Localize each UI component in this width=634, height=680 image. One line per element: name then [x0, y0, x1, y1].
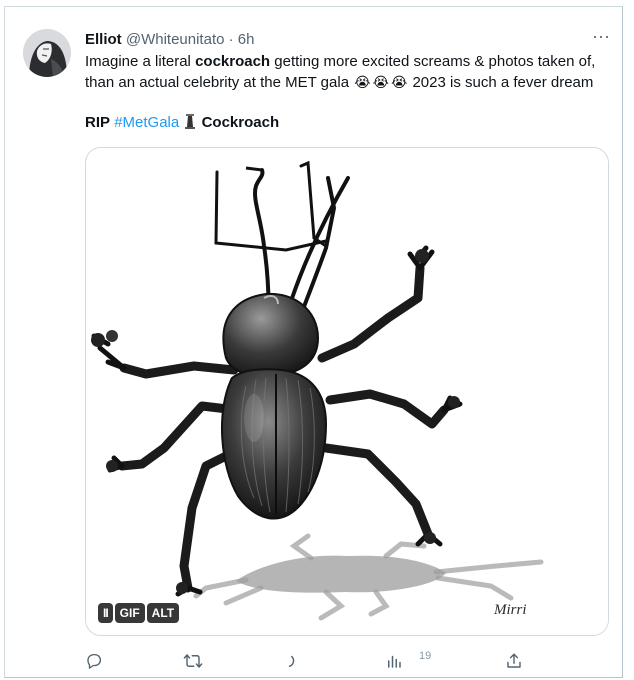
retweet-button[interactable] [183, 649, 203, 673]
views-button[interactable]: 19 [385, 649, 431, 673]
artist-signature: Mirri [493, 602, 527, 618]
more-icon: ··· [592, 26, 610, 46]
avatar[interactable] [23, 29, 71, 77]
like-button[interactable] [285, 649, 303, 673]
reply-button[interactable] [85, 649, 103, 673]
like-icon [288, 655, 295, 667]
crying-emoji-icon: 😭 [390, 74, 408, 90]
tweet-media[interactable]: Mirri II GIF ALT [85, 147, 609, 636]
met-gala-emoji-icon [185, 114, 196, 129]
tweet-text-pre: Imagine a literal [85, 53, 196, 70]
views-icon [388, 655, 401, 668]
cockroach-image: Mirri [86, 148, 608, 635]
gif-badge: GIF [114, 603, 145, 623]
author-name[interactable]: Elliot [85, 31, 122, 48]
tweet-card[interactable]: Elliot @Whiteunitato · 6h ··· Imagine a … [4, 6, 623, 678]
share-button[interactable] [505, 649, 523, 673]
alt-badge[interactable]: ALT [146, 603, 180, 623]
hashtag-link[interactable]: #MetGala [114, 114, 179, 131]
avatar-image [23, 29, 71, 77]
tweet-text-bold: cockroach [195, 53, 271, 70]
crying-emoji-icon: 😭 [354, 74, 371, 90]
tweet-text-end: 2023 is such a fever dream [408, 74, 594, 91]
author-handle[interactable]: @Whiteunitato [126, 31, 225, 48]
rip-text: RIP [85, 114, 111, 131]
share-icon [507, 653, 521, 668]
media-badges: II GIF ALT [98, 603, 180, 623]
reply-icon [87, 653, 102, 669]
tweet-actions: 19 [85, 649, 530, 673]
tweet-timestamp[interactable]: 6h [238, 31, 255, 48]
crying-emoji-icon: 😭 [372, 74, 389, 90]
tweet-header: Elliot @Whiteunitato · 6h [85, 30, 610, 50]
more-options-button[interactable]: ··· [591, 26, 611, 49]
tweet-hashtag-line: RIP #MetGala Cockroach [85, 113, 279, 133]
tweet-text: Imagine a literal cockroach getting more… [85, 52, 615, 93]
retweet-icon [183, 654, 203, 668]
meta-separator: · [228, 31, 234, 48]
pause-button[interactable]: II [98, 603, 113, 623]
hashtag-suffix: Cockroach [197, 114, 280, 131]
views-count: 19 [419, 650, 432, 662]
